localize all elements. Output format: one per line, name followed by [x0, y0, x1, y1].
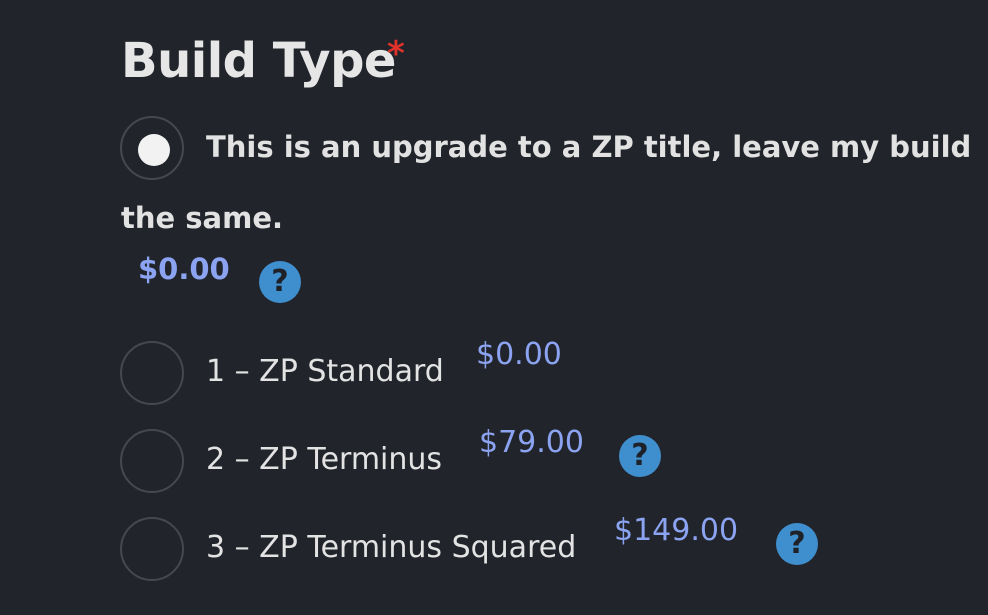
- option-upgrade-label-line1[interactable]: This is an upgrade to a ZP title, leave …: [206, 130, 971, 164]
- radio-zp-standard[interactable]: [120, 341, 184, 405]
- option-zp-standard-price: $0.00: [476, 337, 562, 372]
- help-icon[interactable]: ?: [776, 523, 818, 565]
- radio-selected-dot: [138, 134, 170, 166]
- required-asterisk: *: [387, 34, 405, 74]
- option-zp-terminus-squared-price: $149.00: [614, 513, 739, 548]
- option-zp-standard-label[interactable]: 1 – ZP Standard: [206, 354, 444, 389]
- option-zp-terminus-squared-label[interactable]: 3 – ZP Terminus Squared: [206, 530, 576, 565]
- option-upgrade-label-line2[interactable]: the same.: [121, 201, 283, 235]
- radio-upgrade-leave-build[interactable]: [120, 116, 184, 180]
- radio-zp-terminus[interactable]: [120, 429, 184, 493]
- option-zp-terminus-label[interactable]: 2 – ZP Terminus: [206, 442, 442, 477]
- radio-zp-terminus-squared[interactable]: [120, 517, 184, 581]
- build-type-field: Build Type * This is an upgrade to a ZP …: [0, 0, 988, 615]
- field-title: Build Type: [121, 33, 396, 89]
- option-zp-terminus-price: $79.00: [479, 425, 584, 460]
- help-icon[interactable]: ?: [619, 435, 661, 477]
- help-icon[interactable]: ?: [259, 261, 301, 303]
- option-upgrade-price: $0.00: [138, 252, 230, 286]
